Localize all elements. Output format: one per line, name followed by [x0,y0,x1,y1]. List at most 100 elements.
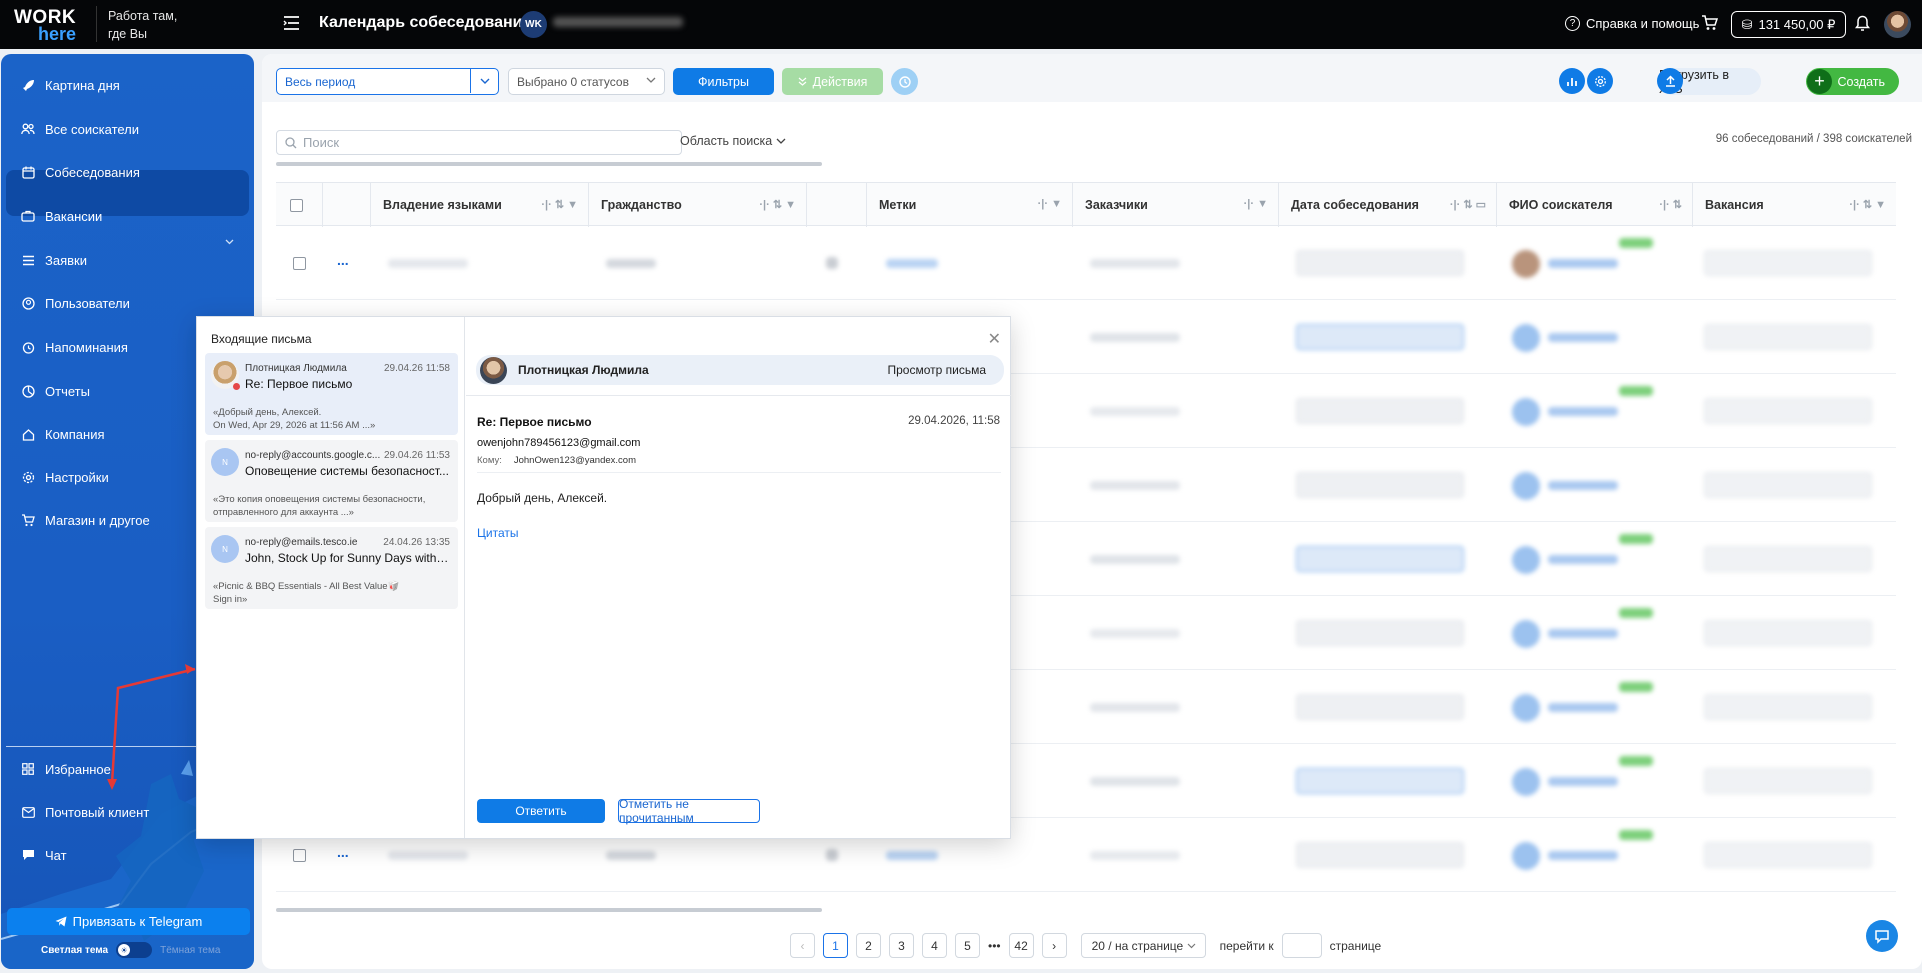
row-menu-button[interactable]: ... [337,252,349,268]
blurred-cell [1512,472,1540,500]
history-icon [898,75,912,89]
sidebar-item-settings[interactable]: Настройки [21,467,109,487]
blurred-cell [1704,398,1872,424]
chat-icon [21,848,35,862]
blurred-cell [388,851,468,860]
user-icon [21,296,35,310]
blurred-cell [1704,620,1872,646]
horizontal-scrollbar[interactable] [276,908,822,912]
sender-bar: Плотницкая Людмила Просмотр письма [476,355,1004,385]
column-languages[interactable]: Владение языками ·|· ⇅ ▼ [370,183,588,227]
search-input[interactable]: Поиск [276,130,682,155]
filters-button[interactable]: Фильтры [673,68,774,95]
mail-icon [21,805,35,819]
select-all-cell [276,183,322,227]
status-select[interactable]: Выбрано 0 статусов [508,68,665,95]
row-checkbox[interactable] [293,257,306,270]
sidebar-item-day-overview[interactable]: Картина дня [21,75,120,95]
per-page-select[interactable]: 20 / на странице [1080,933,1206,958]
sidebar-item-mail-client[interactable]: Почтовый клиент [21,802,149,822]
period-select[interactable]: Весь период [276,68,499,95]
balance-button[interactable]: ⛁ 131 450,00 ₽ [1731,11,1846,38]
message-date: 29.04.26 11:53 [384,450,450,461]
menu-toggle-icon[interactable] [283,16,300,30]
question-icon: ? [1565,16,1580,31]
page-3[interactable]: 3 [889,933,914,958]
cart-icon[interactable] [1701,15,1718,31]
help-link[interactable]: ? Справка и помощь [1565,16,1699,31]
logo[interactable]: WORK here [14,8,78,43]
column-citizenship[interactable]: Гражданство ·|· ⇅ ▼ [588,183,806,227]
reply-button[interactable]: Ответить [477,799,605,823]
inbox-message[interactable]: Плотницкая Людмила 29.04.26 11:58 Re: Пе… [205,353,458,435]
settings-button[interactable] [1587,68,1613,94]
analytics-button[interactable] [1559,68,1585,94]
pagination-ellipsis[interactable]: ••• [988,939,1001,953]
sidebar-item-vacancies[interactable]: Вакансии [21,206,102,226]
column-tags[interactable]: Метки ·|· ▼ [866,183,1072,227]
page-last[interactable]: 42 [1008,933,1034,958]
sidebar-item-chat[interactable]: Чат [21,845,67,865]
column-candidate-name[interactable]: ФИО соискателя ·|· ⇅ [1496,183,1692,227]
blurred-cell [1619,756,1653,766]
history-button[interactable] [891,68,918,95]
blurred-cell [826,849,838,861]
goto-page-input[interactable] [1281,933,1322,958]
chevron-down-icon[interactable] [225,239,234,245]
page-2[interactable]: 2 [856,933,881,958]
workspace-avatar[interactable]: WK [520,11,547,38]
goto-label: перейти к [1219,938,1274,953]
create-button[interactable]: + Создать [1806,68,1899,95]
mark-unread-button[interactable]: Отметить не прочитанным [618,797,760,825]
bell-icon[interactable] [1855,15,1870,32]
list-icon [21,253,35,267]
sidebar-item-reports[interactable]: Отчеты [21,381,90,401]
rocket-icon [21,78,35,92]
column-clients[interactable]: Заказчики ·|· ▼ [1072,183,1278,227]
sidebar-item-requests[interactable]: Заявки [21,250,87,270]
close-icon[interactable]: ✕ [988,329,1001,349]
sidebar-item-company[interactable]: Компания [21,424,105,444]
mail-client-popup: Входящие письма Плотницкая Людмила 29.04… [196,316,1011,839]
prev-page-button[interactable]: ‹ [790,933,815,958]
column-vacancy[interactable]: Вакансия ·|· ⇅ ▼ [1692,183,1896,227]
theme-toggle[interactable]: ☀ [116,942,153,958]
search-area-select[interactable]: Область поиска [680,134,786,148]
inbox-message[interactable]: N no-reply@accounts.google.c... 29.04.26… [205,440,458,522]
table-row[interactable]: ... [276,226,1896,300]
next-page-button[interactable]: › [1041,933,1067,958]
quotes-link[interactable]: Цитаты [477,526,518,540]
page-1[interactable]: 1 [823,933,848,958]
select-all-checkbox[interactable] [290,198,303,212]
chat-bubble-icon [1874,929,1890,944]
avatar: N [211,448,239,476]
page-4[interactable]: 4 [922,933,947,958]
slogan: Работа там, где Вы [108,9,178,41]
blurred-cell [1512,398,1540,426]
sidebar-item-users[interactable]: Пользователи [21,293,130,313]
sidebar-item-shop[interactable]: Магазин и другое [21,510,150,530]
results-count: 96 собеседований / 398 соискателей [1715,133,1912,145]
inbox-message[interactable]: N no-reply@emails.tesco.ie 24.04.26 13:3… [205,527,458,609]
sidebar-item-interviews[interactable]: Собеседования [21,162,140,182]
blurred-cell [1296,694,1464,720]
row-checkbox[interactable] [293,849,306,862]
blurred-cell [1512,546,1540,574]
toolbar: Весь период Выбрано 0 статусов Фильтры Д… [262,54,1922,102]
telegram-link-button[interactable]: Привязать к Telegram [7,908,250,935]
user-avatar[interactable] [1884,11,1911,38]
horizontal-scrollbar[interactable] [276,162,822,166]
support-chat-button[interactable] [1866,920,1898,952]
gear-icon [1594,75,1607,88]
blurred-cell [1704,842,1872,868]
column-interview-date[interactable]: Дата собеседования ·|· ⇅ ▭ [1278,183,1496,227]
telegram-icon [55,916,67,927]
page-5[interactable]: 5 [955,933,980,958]
sidebar-item-all-candidates[interactable]: Все соискатели [21,119,139,139]
actions-button[interactable]: Действия [782,68,883,95]
row-menu-button[interactable]: ... [337,844,349,860]
sidebar-item-reminders[interactable]: Напоминания [21,337,128,357]
sidebar-item-favorites[interactable]: Избранное [21,759,111,779]
message-body: Добрый день, Алексей. [477,491,608,505]
blurred-cell [1704,768,1872,794]
